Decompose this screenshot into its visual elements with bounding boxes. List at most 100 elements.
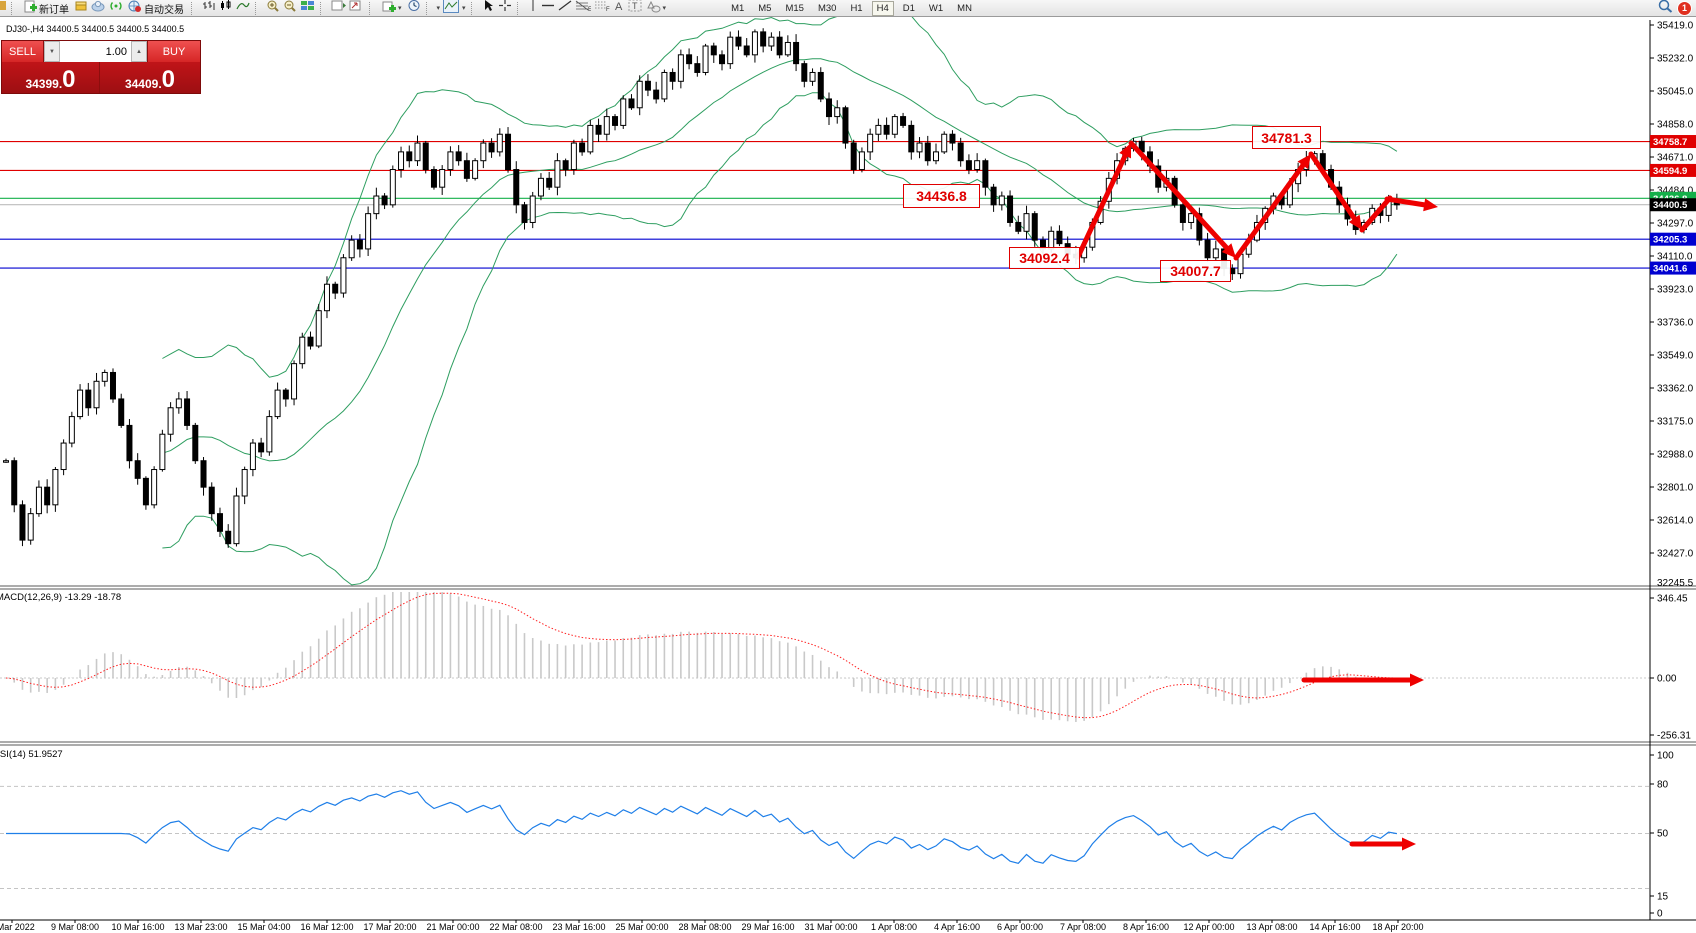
toolbar-separator [517,2,523,15]
time-axis-label[interactable]: 7 Mar 2022 [0,922,35,932]
candle-chart-icon[interactable] [219,0,233,17]
candle-body [1180,205,1185,223]
candle-body [250,443,255,469]
time-axis-label[interactable]: 22 Mar 08:00 [489,922,542,932]
trend-arrow[interactable] [1078,154,1126,257]
time-axis-label[interactable]: 9 Mar 08:00 [51,922,99,932]
time-axis-label[interactable]: 25 Mar 00:00 [615,922,668,932]
trend-arrow[interactable] [1131,143,1228,249]
add-indicator-button[interactable]: ▾ [380,1,404,16]
time-axis-label[interactable]: 8 Apr 16:00 [1123,922,1169,932]
time-axis-label[interactable]: 23 Mar 16:00 [552,922,605,932]
time-axis-label[interactable]: 14 Apr 16:00 [1309,922,1360,932]
timeframe-button-m1[interactable]: M1 [726,1,749,16]
candle-body [374,196,379,214]
sell-price-display[interactable]: 34399.0 [2,62,100,93]
chart-autoscroll-icon[interactable] [349,0,364,17]
trendline-tool-icon[interactable] [558,0,572,17]
crosshair-tool-icon[interactable] [498,0,512,17]
volume-input[interactable]: 1.00 [60,41,131,62]
gold-box-icon[interactable] [74,0,88,17]
candle-body [794,42,799,63]
timeframe-button-m15[interactable]: M15 [780,1,808,16]
period-clock-icon[interactable] [407,0,421,17]
timeframe-button-w1[interactable]: W1 [924,1,948,16]
zoom-in-icon[interactable] [266,0,280,17]
time-axis-label[interactable]: 6 Apr 00:00 [997,922,1043,932]
add-indicator-dropdown[interactable]: ▾ [398,4,402,12]
candle-body [275,390,280,416]
timeframe-button-d1[interactable]: D1 [898,1,920,16]
candle-body [209,487,214,513]
price-annotation[interactable]: 34781.3 [1252,126,1321,149]
horizontal-line-tool-icon[interactable] [541,0,555,17]
buy-price-display[interactable]: 34409.0 [100,62,200,93]
bar-chart-icon[interactable] [202,0,216,17]
timeframe-button-m5[interactable]: M5 [753,1,776,16]
timeframe-button-mn[interactable]: MN [952,1,977,16]
y-axis-label: 34297.0 [1657,219,1694,230]
profile-cloud-icon[interactable] [91,0,106,17]
chart-mode-dropdown[interactable]: ▾ [462,4,466,12]
time-axis-label[interactable]: 4 Apr 16:00 [934,922,980,932]
candle-body [1205,240,1210,258]
fibonacci-fan-tool-icon[interactable]: F [594,0,610,17]
chart-surface[interactable]: 35419.035232.035045.034858.034671.034484… [0,0,1696,933]
candle-body [242,470,247,496]
time-axis-label[interactable]: 13 Apr 08:00 [1246,922,1297,932]
volume-decrease-button[interactable]: ▼ [44,41,60,62]
rsi-axis-label: 0 [1657,909,1663,920]
line-chart-icon[interactable] [236,0,250,17]
time-axis-label[interactable]: 31 Mar 00:00 [804,922,857,932]
zoom-out-icon[interactable] [283,0,297,17]
time-axis-label[interactable]: 12 Apr 00:00 [1183,922,1234,932]
search-icon[interactable] [1658,0,1673,18]
candle-body [1024,214,1029,232]
notification-badge[interactable]: 1 [1677,1,1692,16]
price-annotation[interactable]: 34007.7 [1160,260,1231,282]
time-axis-label[interactable]: 10 Mar 16:00 [111,922,164,932]
candle-body [78,390,83,416]
chart-mode-icon[interactable] [443,0,459,18]
time-axis-label[interactable]: 18 Apr 20:00 [1372,922,1423,932]
time-axis-label[interactable]: 28 Mar 08:00 [678,922,731,932]
price-annotation[interactable]: 34092.4 [1009,247,1080,269]
candle-body [407,152,412,161]
price-annotation[interactable]: 34436.8 [903,184,980,208]
time-axis-label[interactable]: 15 Mar 04:00 [237,922,290,932]
time-axis-label[interactable]: 7 Apr 08:00 [1060,922,1106,932]
new-order-button[interactable]: 新订单 [22,1,71,16]
volume-increase-button[interactable]: ▲ [131,41,147,62]
time-axis-label[interactable]: 1 Apr 08:00 [871,922,917,932]
time-axis-label[interactable]: 16 Mar 12:00 [300,922,353,932]
trend-arrow[interactable] [1236,164,1304,258]
trend-arrow[interactable] [1311,154,1355,220]
shapes-dropdown[interactable]: ▾ [663,4,667,12]
time-axis-label[interactable]: 13 Mar 23:00 [174,922,227,932]
time-axis-label[interactable]: 29 Mar 16:00 [741,922,794,932]
fibonacci-tool-icon[interactable]: E [575,0,591,17]
signal-icon[interactable] [109,0,123,17]
timeframe-button-h1[interactable]: H1 [845,1,867,16]
tile-windows-icon[interactable] [300,0,315,17]
text-tool-icon[interactable]: A [613,0,625,17]
cursor-tool-icon[interactable] [482,0,495,17]
shapes-tool-icon [647,0,661,16]
buy-button[interactable]: BUY [147,41,200,62]
vertical-line-tool-icon[interactable] [528,0,538,17]
timeframe-button-m30[interactable]: M30 [813,1,841,16]
text-label-tool-icon[interactable]: T [628,0,642,17]
candle-body [843,108,848,143]
chart-shift-icon[interactable] [331,0,346,17]
y-axis-label: 32427.0 [1657,549,1694,560]
time-axis-label[interactable]: 21 Mar 00:00 [426,922,479,932]
candle-body [456,152,461,161]
candle-body [152,470,157,505]
shapes-tool-button[interactable]: ▾ [645,1,669,16]
time-axis-label[interactable]: 17 Mar 20:00 [363,922,416,932]
sell-button[interactable]: SELL [2,41,44,62]
timeframe-button-h4[interactable]: H4 [872,1,894,16]
auto-trading-button[interactable]: 自动交易 [126,1,186,16]
template-dropdown[interactable]: ▾ [437,4,441,12]
buy-price-decimal: 0 [162,69,175,91]
